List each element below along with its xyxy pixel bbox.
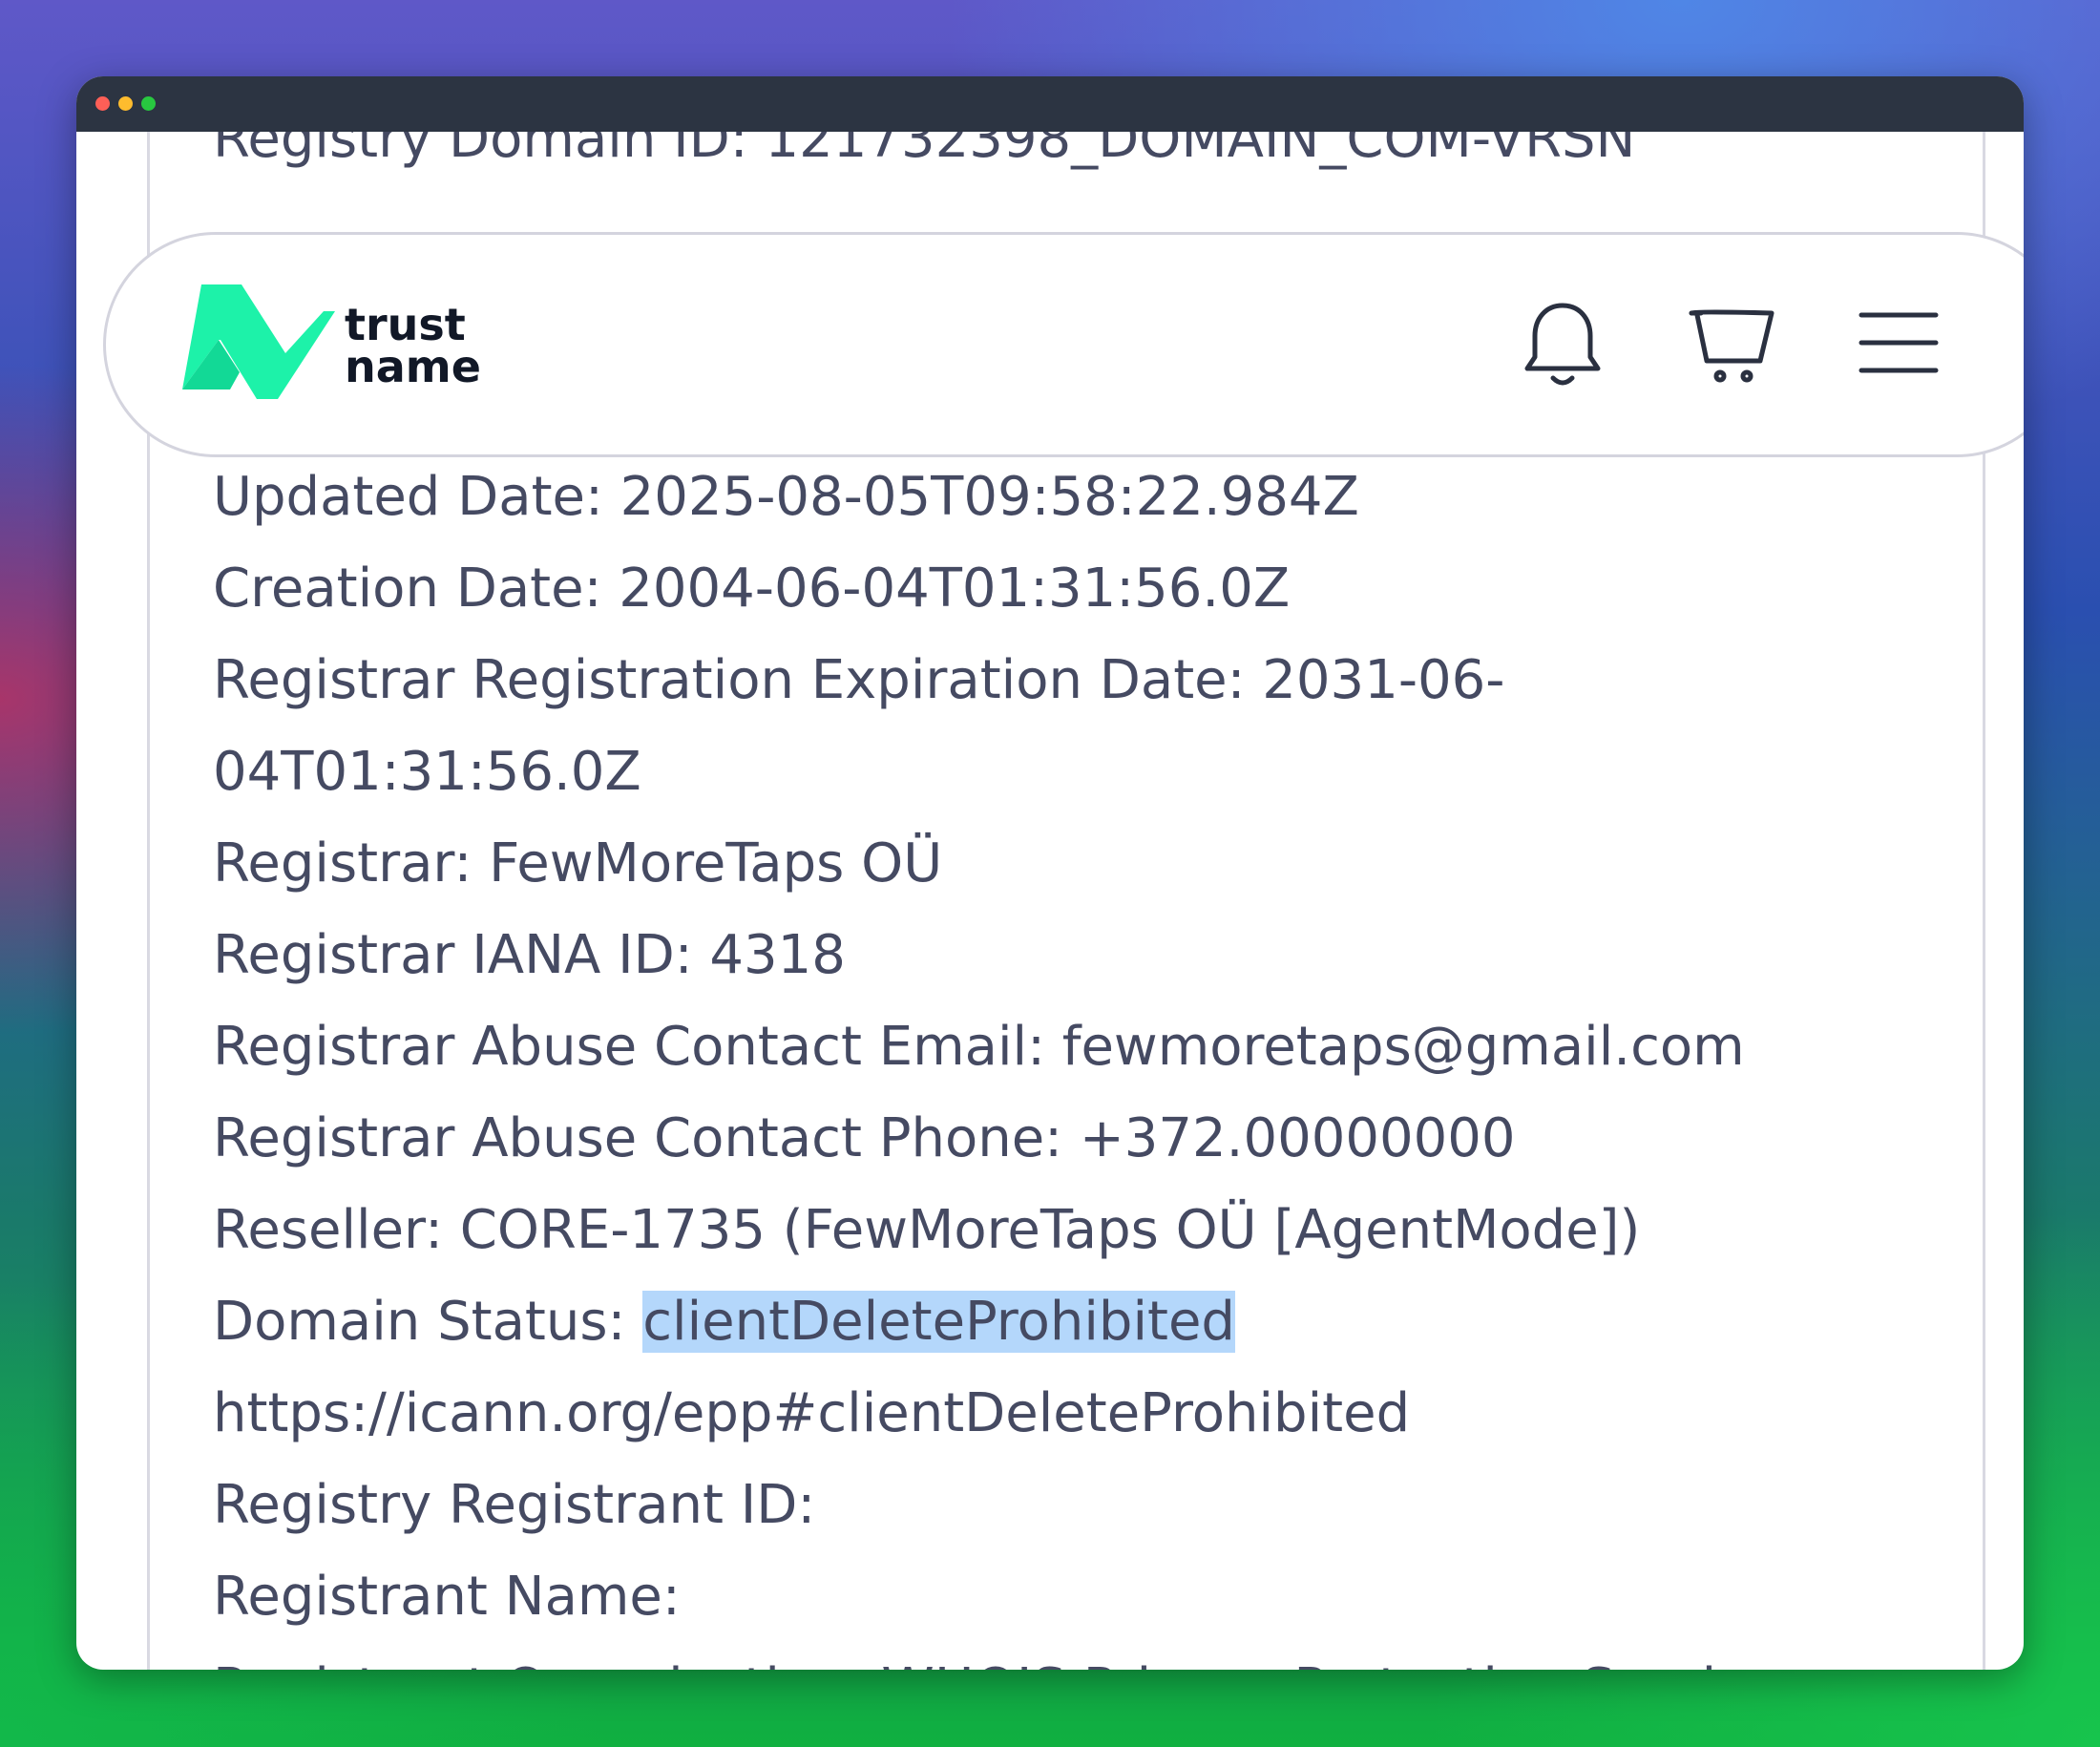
whois-line-status-url: https://icann.org/epp#clientDeleteProhib… (213, 1382, 1411, 1444)
trustname-logo-mark (182, 284, 335, 399)
whois-line-reseller: Reseller: CORE-1735 (FewMoreTaps OÜ [Age… (213, 1199, 1641, 1261)
maximize-window-button[interactable] (141, 96, 156, 111)
site-header: trust name (103, 232, 2024, 457)
cart-icon[interactable] (1688, 300, 1775, 395)
whois-line-creation-date: Creation Date: 2004-06-04T01:31:56.0Z (213, 558, 1291, 620)
close-window-button[interactable] (95, 96, 110, 111)
whois-line-registry-domain-id: Registry Domain ID: 121732398_DOMAIN_COM… (213, 132, 1636, 170)
minimize-window-button[interactable] (118, 96, 133, 111)
whois-line-iana-id: Registrar IANA ID: 4318 (213, 924, 846, 986)
page-content: Registry Domain ID: 121732398_DOMAIN_COM… (76, 132, 2024, 1670)
domain-status-label: Domain Status: (213, 1291, 643, 1353)
whois-record: Updated Date: 2025-08-05T09:58:22.984Z C… (213, 452, 1979, 1670)
whois-line-updated-date: Updated Date: 2025-08-05T09:58:22.984Z (213, 466, 1359, 528)
whois-line-abuse-email: Registrar Abuse Contact Email: fewmoreta… (213, 1016, 1745, 1078)
whois-line-domain-status: Domain Status: clientDeleteProhibited (213, 1276, 1979, 1368)
whois-line-registrar: Registrar: FewMoreTaps OÜ (213, 832, 943, 895)
trustname-logo[interactable]: trust name (182, 284, 497, 399)
whois-line-abuse-phone: Registrar Abuse Contact Phone: +372.0000… (213, 1107, 1516, 1169)
whois-line-registrant-org: Registrant Organization: WHOIS Privacy P… (213, 1643, 1979, 1670)
logo-word-name: name (345, 341, 481, 392)
menu-icon[interactable] (1858, 309, 1940, 380)
whois-line-registrant-name: Registrant Name: (213, 1566, 681, 1628)
logo-word-trust: trust (345, 299, 466, 350)
window-titlebar (76, 76, 2024, 132)
bell-icon[interactable] (1522, 300, 1604, 395)
whois-line-registrant-id: Registry Registrant ID: (213, 1474, 816, 1536)
selected-text-highlight[interactable]: clientDeleteProhibited (642, 1291, 1235, 1353)
whois-line-expiration-date: Registrar Registration Expiration Date: … (213, 649, 1505, 711)
browser-window: Registry Domain ID: 121732398_DOMAIN_COM… (76, 76, 2024, 1670)
whois-line-expiration-date-cont: 04T01:31:56.0Z (213, 741, 641, 803)
logo-wordmark: trust name (345, 299, 481, 392)
